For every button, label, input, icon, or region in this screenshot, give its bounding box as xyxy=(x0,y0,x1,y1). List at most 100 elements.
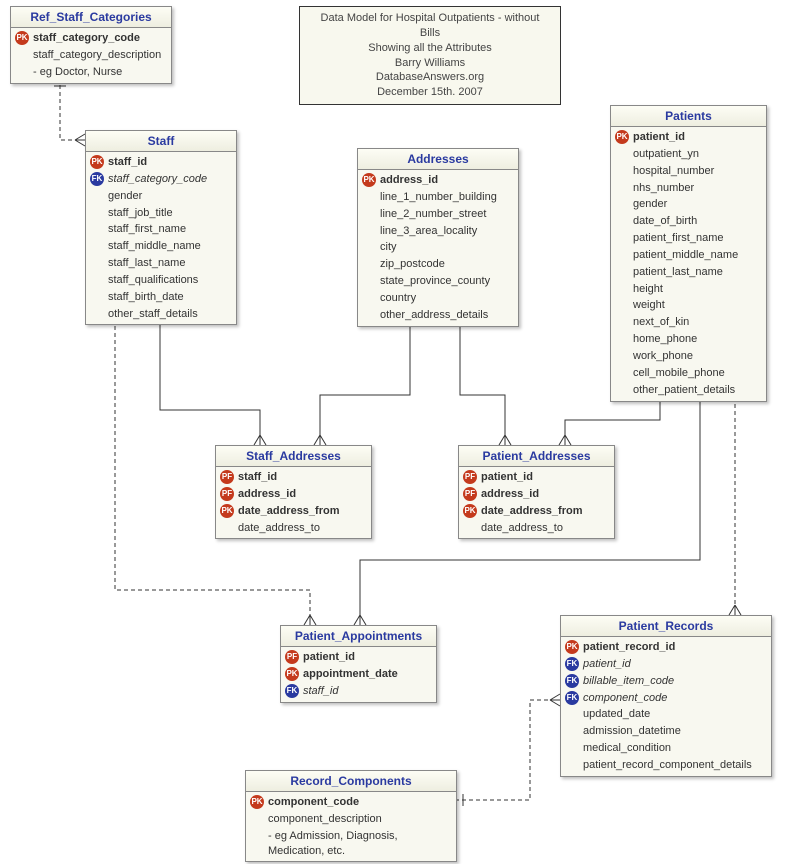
title-line: Data Model for Hospital Outpatients - wi… xyxy=(310,11,550,41)
entity-body: PKstaff_idFK staff_category_codegender sta… xyxy=(86,152,236,324)
attr-row: medical_condition xyxy=(561,740,771,757)
fk-key-icon: FK xyxy=(285,684,299,698)
pk-key-icon: PK xyxy=(463,504,477,518)
attr-name: patient_last_name xyxy=(633,265,723,280)
fk-key-icon: FK xyxy=(565,691,579,705)
attr-name: other_patient_details xyxy=(633,383,735,398)
entity-patient_addresses[interactable]: Patient_Addresses PFpatient_idPF address_i… xyxy=(458,445,615,539)
pf-key-icon: PF xyxy=(220,487,234,501)
entity-title: Patient_Addresses xyxy=(459,446,614,467)
no-key-icon xyxy=(615,265,629,279)
attr-row: PKaddress_id xyxy=(358,172,518,189)
attr-name: appointment_date xyxy=(303,667,398,682)
attr-row: country xyxy=(358,290,518,307)
attr-name: weight xyxy=(633,298,665,313)
attr-row: patient_first_name xyxy=(611,230,766,247)
attr-name: billable_item_code xyxy=(583,674,674,689)
entity-body: PK patient_idoutpatient_ynhospital_number… xyxy=(611,127,766,401)
no-key-icon xyxy=(90,256,104,270)
pf-key-icon: PF xyxy=(463,487,477,501)
title-line: Barry Williams xyxy=(310,56,550,71)
attr-row: state_province_county xyxy=(358,273,518,290)
attr-row: PFpatient_id xyxy=(459,469,614,486)
pk-key-icon: PK xyxy=(615,130,629,144)
no-key-icon xyxy=(615,333,629,347)
attr-row: PK date_address_from xyxy=(459,503,614,520)
no-key-icon xyxy=(90,223,104,237)
entity-ref_staff_categories[interactable]: Ref_Staff_CategoriesPKstaff_category_cod… xyxy=(10,6,172,84)
no-key-icon xyxy=(615,366,629,380)
no-key-icon xyxy=(90,273,104,287)
attr-row: PKstaff_id xyxy=(86,154,236,171)
pk-key-icon: PK xyxy=(90,155,104,169)
pk-key-icon: PK xyxy=(565,640,579,654)
entity-title: Record_Components xyxy=(246,771,456,792)
attr-row: patient_record_component_details xyxy=(561,757,771,774)
no-key-icon xyxy=(565,725,579,739)
entity-title: Addresses xyxy=(358,149,518,170)
no-key-icon xyxy=(615,383,629,397)
attr-row: line_2_number_street xyxy=(358,206,518,223)
attr-name: date_address_from xyxy=(481,504,583,519)
attr-row: FKbillable_item_code xyxy=(561,673,771,690)
attr-name: updated_date xyxy=(583,707,650,722)
entity-patients[interactable]: PatientsPKpatient_idoutpatient_ynhospita… xyxy=(610,105,767,402)
entity-addresses[interactable]: AddressesPKaddress_idline_1_number_build… xyxy=(357,148,519,327)
attr-row: hospital_number xyxy=(611,163,766,180)
attr-name: staff_id xyxy=(238,470,277,485)
pf-key-icon: PF xyxy=(285,650,299,664)
attr-row: - eg Doctor, Nurse xyxy=(11,64,171,81)
attr-name: address_id xyxy=(380,173,438,188)
attr-name: - eg Admission, Diagnosis, Medication, e… xyxy=(268,829,450,859)
attr-name: patient_id xyxy=(481,470,533,485)
attr-name: gender xyxy=(108,189,142,204)
entity-title: Patient_Appointments xyxy=(281,626,436,647)
attr-row: staff_last_name xyxy=(86,255,236,272)
attr-row: staff_category_description xyxy=(11,47,171,64)
attr-name: staff_category_code xyxy=(108,172,207,187)
attr-name: patient_record_id xyxy=(583,640,675,655)
fk-key-icon: FK xyxy=(565,657,579,671)
attr-row: gender xyxy=(86,188,236,205)
attr-name: state_province_county xyxy=(380,274,490,289)
attr-name: address_id xyxy=(481,487,539,502)
no-key-icon xyxy=(615,198,629,212)
attr-row: other_address_details xyxy=(358,307,518,324)
attr-name: patient_id xyxy=(633,130,685,145)
entity-staff_addresses[interactable]: Staff_AddressesPFstaff_idPFaddress_idPKd… xyxy=(215,445,372,539)
no-key-icon xyxy=(362,274,376,288)
no-key-icon xyxy=(615,164,629,178)
attr-row: staff_birth_date xyxy=(86,289,236,306)
fk-key-icon: FK xyxy=(90,172,104,186)
attr-name: line_2_number_street xyxy=(380,207,486,222)
attr-name: staff_job_title xyxy=(108,206,173,221)
no-key-icon xyxy=(362,207,376,221)
no-key-icon xyxy=(362,258,376,272)
attr-row: other_staff_details xyxy=(86,306,236,323)
no-key-icon xyxy=(362,190,376,204)
attr-name: other_address_details xyxy=(380,308,488,323)
attr-row: PF address_id xyxy=(459,486,614,503)
no-key-icon xyxy=(90,240,104,254)
entity-staff[interactable]: StaffPKstaff_idFKstaff_category_codegend… xyxy=(85,130,237,325)
attr-name: - eg Doctor, Nurse xyxy=(33,65,122,80)
entity-record_components[interactable]: Record_ComponentsPKcomponent_codecompone… xyxy=(245,770,457,862)
attr-row: staff_first_name xyxy=(86,221,236,238)
attr-name: date_address_to xyxy=(481,521,563,536)
entity-patient_records[interactable]: Patient_RecordsPKpatient_record_idFKpati… xyxy=(560,615,772,777)
entity-patient_appointments[interactable]: Patient_AppointmentsPFpatient_idPKappoin… xyxy=(280,625,437,703)
attr-name: line_3_area_locality xyxy=(380,224,477,239)
attr-name: patient_middle_name xyxy=(633,248,738,263)
pk-key-icon: PK xyxy=(15,31,29,45)
no-key-icon xyxy=(90,290,104,304)
attr-row: outpatient_yn xyxy=(611,146,766,163)
attr-name: gender xyxy=(633,197,667,212)
entity-body: PFstaff_idPFaddress_idPKdate_address_fro… xyxy=(216,467,371,538)
attr-row: PKappointment_date xyxy=(281,666,436,683)
attr-row: line_3_area_locality xyxy=(358,223,518,240)
no-key-icon xyxy=(615,349,629,363)
attr-row: PKstaff_category_code xyxy=(11,30,171,47)
attr-row: FKpatient_id xyxy=(561,656,771,673)
attr-row: date_of_birth xyxy=(611,213,766,230)
no-key-icon xyxy=(250,837,264,851)
